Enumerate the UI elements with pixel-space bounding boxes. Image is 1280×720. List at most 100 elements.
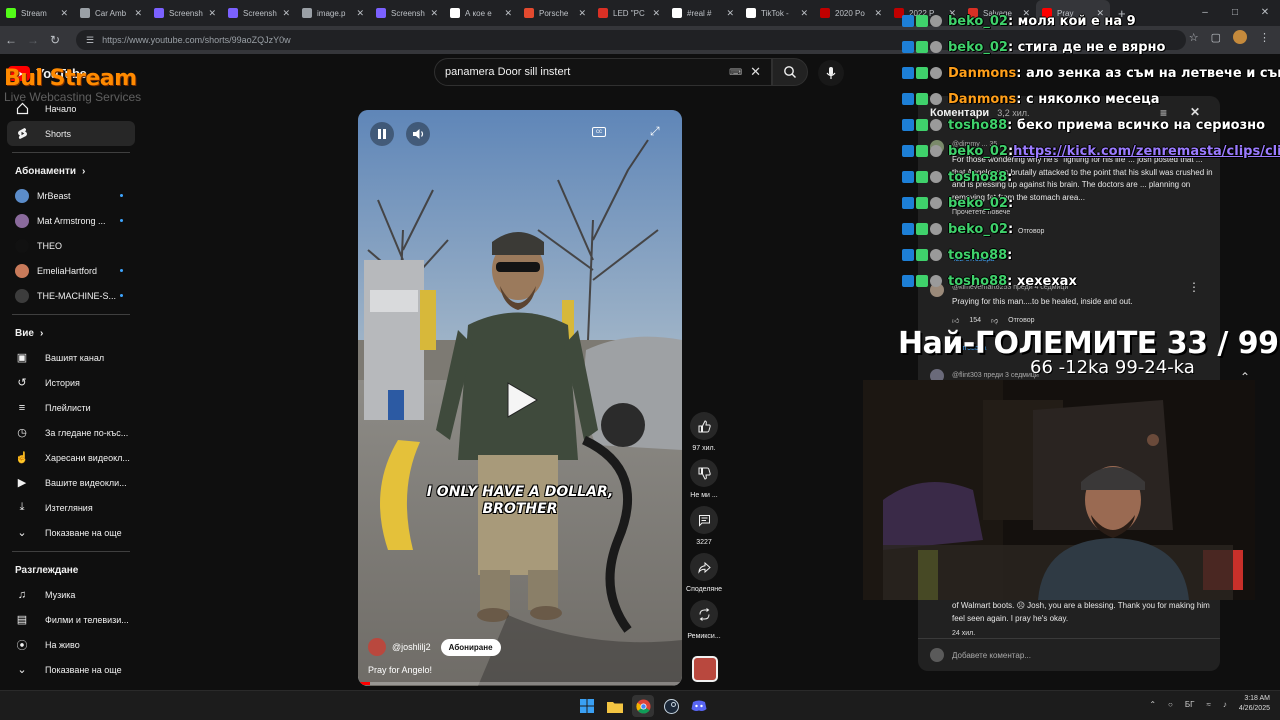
browser-tab[interactable]: А кое е ✕ xyxy=(444,0,518,26)
volume-tray-icon[interactable]: ♪ xyxy=(1223,700,1227,709)
reply-button[interactable]: Отговор xyxy=(1008,317,1034,324)
tab-close-icon[interactable]: ✕ xyxy=(800,8,808,19)
browser-tab[interactable]: Screensh ✕ xyxy=(148,0,222,26)
sidebar-item-like[interactable]: ☝ Харесани видеокл... xyxy=(0,445,135,470)
add-comment-input[interactable]: Добавете коментар... xyxy=(952,651,1031,660)
like-icon: ☝ xyxy=(15,452,29,464)
channel-name[interactable]: @joshlilj2 xyxy=(392,642,431,652)
clear-search-icon[interactable]: ✕ xyxy=(750,64,761,80)
browser-tab[interactable]: Screensh ✕ xyxy=(222,0,296,26)
subscriptions-title: Абонаменти xyxy=(15,165,77,177)
voice-search-button[interactable] xyxy=(818,60,844,86)
remix-action[interactable]: Ремикси... xyxy=(684,600,724,640)
sidebar-subscription[interactable]: EmeliaHartford xyxy=(0,258,142,283)
sidebar-subscription[interactable]: Mat Armstrong ... xyxy=(0,208,142,233)
comment-icon[interactable] xyxy=(690,506,718,534)
share-icon[interactable] xyxy=(690,553,718,581)
tab-close-icon[interactable]: ✕ xyxy=(208,8,216,19)
comment-dislike-icon[interactable]: 👎︎ xyxy=(991,316,998,325)
comment-like-icon[interactable]: 👍︎ xyxy=(952,316,959,325)
subscriptions-header[interactable]: Абонаменти › xyxy=(0,159,142,183)
sidebar-item-music[interactable]: ♫ Музика xyxy=(0,582,135,607)
you-header[interactable]: Вие › xyxy=(0,321,142,345)
video-progress-bar[interactable] xyxy=(358,682,682,685)
sidebar-item-channel[interactable]: ▣ Вашият канал xyxy=(0,345,135,370)
sidebar-item-playlist[interactable]: ≡ Плейлисти xyxy=(0,395,135,420)
channel-avatar[interactable] xyxy=(368,638,386,656)
volume-button[interactable] xyxy=(406,122,430,146)
browser-tab[interactable]: Stream ✕ xyxy=(0,0,74,26)
sidebar-item-live[interactable]: ⦿ На живо xyxy=(0,632,135,657)
short-video-player[interactable]: cc ⤢ I ONLY HAVE A DOLLAR, BROTHER @josh… xyxy=(358,110,682,686)
fullscreen-icon[interactable]: ⤢ xyxy=(650,124,660,139)
pause-button[interactable] xyxy=(370,122,394,146)
tab-close-icon[interactable]: ✕ xyxy=(356,8,364,19)
browser-tab[interactable]: #real # ✕ xyxy=(666,0,740,26)
tab-close-icon[interactable]: ✕ xyxy=(282,8,290,19)
sidebar-item-film[interactable]: ▤ Филми и телевизи... xyxy=(0,607,135,632)
sidebar-item-chevron-down[interactable]: ⌄ Показване на още xyxy=(0,657,135,682)
tab-close-icon[interactable]: ✕ xyxy=(578,8,586,19)
sidebar-item-download[interactable]: ⤓ Изтегляния xyxy=(0,495,135,520)
browser-tab[interactable]: Car Amb ✕ xyxy=(74,0,148,26)
browser-tab[interactable]: TikTok - ✕ xyxy=(740,0,814,26)
browser-tab[interactable]: LED "PC ✕ xyxy=(592,0,666,26)
thumbs-up-icon[interactable] xyxy=(690,412,718,440)
forward-icon[interactable]: → xyxy=(22,33,44,47)
reload-icon[interactable]: ↻ xyxy=(44,33,66,47)
tab-close-icon[interactable]: ✕ xyxy=(430,8,438,19)
tab-close-icon[interactable]: ✕ xyxy=(652,8,660,19)
comments-action[interactable]: 3227 xyxy=(684,506,724,546)
like-action[interactable]: 97 хил. xyxy=(684,412,724,452)
tab-close-icon[interactable]: ✕ xyxy=(504,8,512,19)
tab-close-icon[interactable]: ✕ xyxy=(874,8,882,19)
subscribe-button[interactable]: Абониране xyxy=(440,638,501,656)
tab-close-icon[interactable]: ✕ xyxy=(60,8,68,19)
back-icon[interactable]: ← xyxy=(0,33,22,47)
sidebar-item-shorts[interactable]: Shorts xyxy=(7,121,135,146)
sound-thumbnail[interactable] xyxy=(692,656,718,682)
browser-tab[interactable]: 2020 Po ✕ xyxy=(814,0,888,26)
sidebar-item-chevron-down[interactable]: ⌄ Показване на още xyxy=(0,520,135,545)
browser-tab[interactable]: Screensh ✕ xyxy=(370,0,444,26)
browser-tab[interactable]: Porsche ✕ xyxy=(518,0,592,26)
chrome-icon[interactable] xyxy=(632,695,654,717)
wifi-icon[interactable]: ≈ xyxy=(1206,700,1210,709)
center-play-button[interactable] xyxy=(500,378,544,422)
sidebar-subscription[interactable]: THEO xyxy=(0,233,142,258)
tab-favicon-icon xyxy=(524,8,534,18)
sidebar-subscription[interactable]: MrBeast xyxy=(0,183,142,208)
sidebar-subscription[interactable]: THE-MACHINE-S... xyxy=(0,283,142,308)
start-menu-icon[interactable] xyxy=(576,695,598,717)
clock-date: 4/26/2025 xyxy=(1238,705,1270,712)
short-title[interactable]: Pray for Angelo! xyxy=(368,665,432,675)
discord-icon[interactable] xyxy=(688,695,710,717)
search-input[interactable] xyxy=(445,66,730,78)
chat-username: beko_02 xyxy=(948,195,1008,211)
sidebar-item-watch-later[interactable]: ◷ За гледане по-къс... xyxy=(0,420,135,445)
add-comment-row[interactable]: Добавете коментар... xyxy=(918,638,1220,671)
clock[interactable]: 3:18 AM 4/26/2025 xyxy=(1239,694,1270,714)
site-info-icon[interactable]: ☰ xyxy=(86,35,94,46)
playlist-icon: ≡ xyxy=(18,401,26,414)
browser-tab[interactable]: image.p ✕ xyxy=(296,0,370,26)
chat-link[interactable]: https://kick.com/zenremasta/clips/clip_0 xyxy=(1013,144,1280,159)
tray-chevron-icon[interactable]: ⌃ xyxy=(1149,700,1156,709)
remix-icon[interactable] xyxy=(690,600,718,628)
language-indicator[interactable]: БГ xyxy=(1185,700,1195,709)
tab-close-icon[interactable]: ✕ xyxy=(134,8,142,19)
tray-app-icon[interactable]: ○ xyxy=(1168,700,1173,709)
share-action[interactable]: Споделяне xyxy=(684,553,724,593)
tab-close-icon[interactable]: ✕ xyxy=(726,8,734,19)
search-button[interactable] xyxy=(772,58,808,86)
steam-icon[interactable] xyxy=(660,695,682,717)
captions-icon[interactable]: cc xyxy=(592,127,606,137)
thumbs-down-icon[interactable] xyxy=(690,459,718,487)
dislike-action[interactable]: Не ми ... xyxy=(684,459,724,499)
user-badge-icon xyxy=(930,223,942,235)
scroll-up-icon[interactable]: ⌃ xyxy=(1240,370,1250,384)
sidebar-item-history[interactable]: ↺ История xyxy=(0,370,135,395)
keyboard-icon[interactable]: ⌨ xyxy=(729,67,742,78)
sidebar-item-video[interactable]: ▶ Вашите видеокли... xyxy=(0,470,135,495)
file-explorer-icon[interactable] xyxy=(604,695,626,717)
